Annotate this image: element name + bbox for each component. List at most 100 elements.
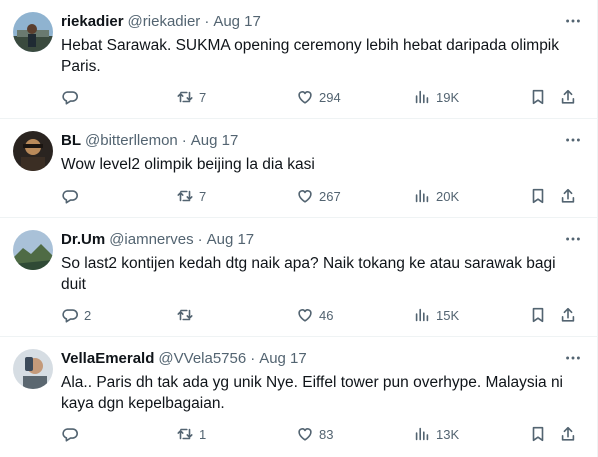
retweet-icon (176, 88, 194, 106)
like-button[interactable]: 83 (296, 424, 333, 444)
retweet-button[interactable]: 1 (176, 424, 206, 444)
bookmark-button[interactable] (529, 186, 547, 206)
separator: · (197, 230, 203, 248)
display-name[interactable]: BL (61, 132, 81, 149)
bookmark-button[interactable] (529, 424, 547, 444)
retweet-button[interactable]: 7 (176, 87, 206, 107)
tweet[interactable]: BL @bitterllemon · Aug 17 Wow level2 oli… (0, 119, 597, 218)
like-icon (296, 425, 314, 443)
retweet-icon (176, 187, 194, 205)
timestamp[interactable]: Aug 17 (191, 132, 239, 149)
like-button[interactable]: 46 (296, 305, 333, 325)
reply-button[interactable] (61, 87, 84, 107)
share-icon (559, 306, 577, 324)
more-icon[interactable] (563, 130, 583, 150)
views-count: 20K (436, 188, 460, 204)
timestamp[interactable]: Aug 17 (259, 350, 307, 367)
tweet-text: Wow level2 olimpik beijing la dia kasi (61, 156, 315, 173)
tweet-text: So last2 kontijen kedah dtg naik apa? Na… (61, 255, 556, 293)
tweet-actions: 1 83 13K (61, 424, 587, 444)
reply-count: 2 (84, 307, 92, 323)
separator: · (204, 12, 210, 30)
more-icon[interactable] (563, 11, 583, 31)
display-name[interactable]: riekadier (61, 13, 124, 30)
display-name[interactable]: Dr.Um (61, 231, 105, 248)
bookmark-icon (529, 306, 547, 324)
separator: · (181, 131, 187, 149)
share-button[interactable] (559, 305, 577, 325)
share-button[interactable] (559, 424, 577, 444)
display-name[interactable]: VellaEmerald (61, 350, 154, 367)
tweet-actions: 7 267 20K (61, 186, 587, 206)
views-count: 13K (436, 426, 460, 442)
tweet-header: BL @bitterllemon · Aug 17 (61, 130, 597, 150)
timestamp[interactable]: Aug 17 (207, 231, 255, 248)
retweet-button[interactable]: 7 (176, 186, 206, 206)
tweet-text: Ala.. Paris dh tak ada yg unik Nye. Eiff… (61, 374, 564, 412)
bookmark-icon (529, 187, 547, 205)
views-count: 15K (436, 307, 460, 323)
tweet-header: VellaEmerald @VVela5756 · Aug 17 (61, 348, 597, 368)
reply-icon (61, 425, 79, 443)
views-button[interactable]: 19K (413, 87, 459, 107)
reply-button[interactable]: 2 (61, 305, 91, 325)
like-button[interactable]: 294 (296, 87, 341, 107)
views-button[interactable]: 13K (413, 424, 459, 444)
reply-icon (61, 187, 79, 205)
avatar[interactable] (13, 131, 53, 171)
tweet-header: Dr.Um @iamnerves · Aug 17 (61, 229, 597, 249)
more-icon[interactable] (563, 348, 583, 368)
like-count: 83 (319, 426, 334, 442)
views-icon (413, 306, 431, 324)
avatar[interactable] (13, 349, 53, 389)
user-handle[interactable]: @riekadier (128, 13, 201, 30)
views-icon (413, 187, 431, 205)
like-icon (296, 187, 314, 205)
views-count: 19K (436, 89, 460, 105)
tweet-header: riekadier @riekadier · Aug 17 (61, 11, 597, 31)
like-icon (296, 306, 314, 324)
views-button[interactable]: 15K (413, 305, 459, 325)
like-count: 46 (319, 307, 334, 323)
bookmark-icon (529, 425, 547, 443)
tweet-actions: 2 46 15K (61, 305, 587, 325)
views-button[interactable]: 20K (413, 186, 459, 206)
tweet-actions: 7 294 19K (61, 87, 587, 107)
bookmark-button[interactable] (529, 305, 547, 325)
tweet[interactable]: Dr.Um @iamnerves · Aug 17 So last2 konti… (0, 218, 597, 337)
retweet-count: 7 (199, 89, 207, 105)
bookmark-icon (529, 88, 547, 106)
share-icon (559, 425, 577, 443)
retweet-icon (176, 306, 194, 324)
views-icon (413, 425, 431, 443)
reply-icon (61, 306, 79, 324)
like-icon (296, 88, 314, 106)
reply-button[interactable] (61, 424, 84, 444)
retweet-count: 7 (199, 188, 207, 204)
more-icon[interactable] (563, 229, 583, 249)
tweet-text: Hebat Sarawak. SUKMA opening ceremony le… (61, 37, 560, 75)
tweet[interactable]: VellaEmerald @VVela5756 · Aug 17 Ala.. P… (0, 337, 597, 457)
retweet-button[interactable] (176, 305, 199, 325)
avatar[interactable] (13, 12, 53, 52)
separator: · (250, 349, 256, 367)
share-icon (559, 187, 577, 205)
share-icon (559, 88, 577, 106)
like-button[interactable]: 267 (296, 186, 341, 206)
user-handle[interactable]: @bitterllemon (85, 132, 178, 149)
timeline: riekadier @riekadier · Aug 17 Hebat Sara… (0, 0, 598, 457)
share-button[interactable] (559, 87, 577, 107)
tweet[interactable]: riekadier @riekadier · Aug 17 Hebat Sara… (0, 0, 597, 119)
like-count: 267 (319, 188, 341, 204)
user-handle[interactable]: @VVela5756 (158, 350, 246, 367)
reply-icon (61, 88, 79, 106)
retweet-count: 1 (199, 426, 207, 442)
like-count: 294 (319, 89, 341, 105)
user-handle[interactable]: @iamnerves (109, 231, 193, 248)
avatar[interactable] (13, 230, 53, 270)
bookmark-button[interactable] (529, 87, 547, 107)
timestamp[interactable]: Aug 17 (213, 13, 261, 30)
share-button[interactable] (559, 186, 577, 206)
reply-button[interactable] (61, 186, 84, 206)
retweet-icon (176, 425, 194, 443)
